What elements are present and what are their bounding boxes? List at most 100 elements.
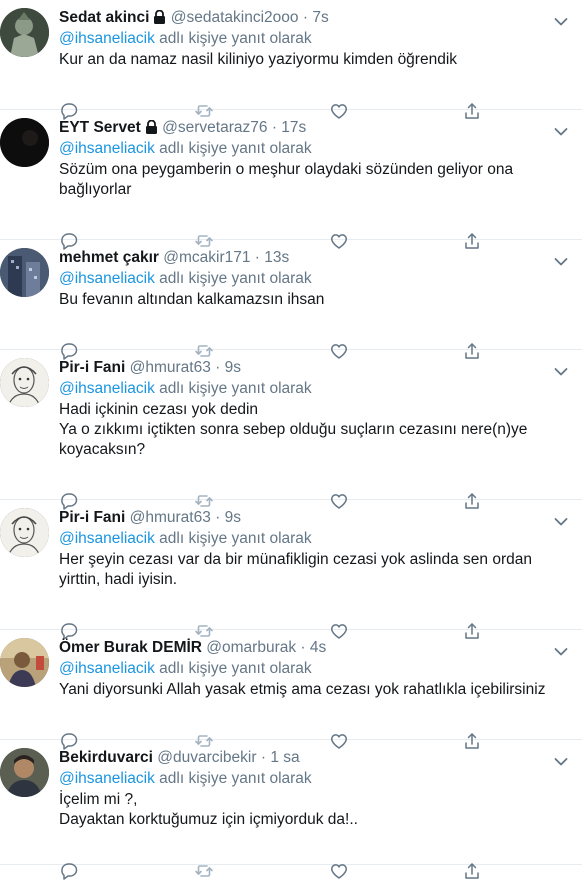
mention-link[interactable]: @ihsaneliacik [59,770,155,787]
user-handle[interactable]: @hmurat63 [125,509,211,526]
separator-dot: · [296,639,310,656]
chevron-down-icon[interactable] [554,124,568,136]
tweet-feed: Sedat akinci @sedatakinci2ooo · 7s @ihsan… [0,0,582,880]
tweet[interactable]: Bekirduvarci @duvarcibekir · 1 sa @ihsane… [0,740,582,880]
replying-to: @ihsaneliacik adlı kişiye yanıt olarak [59,379,568,399]
mention-link[interactable]: @ihsaneliacik [59,660,155,677]
mention-link[interactable]: @ihsaneliacik [59,270,155,287]
replying-to: @ihsaneliacik adlı kişiye yanıt olarak [59,659,568,679]
tweet-text-line: yirttin, hadi iyisin. [59,571,178,588]
tweet-text-line: Ya o zıkkımı içtikten sonra sebep olduğu… [59,421,528,438]
replying-to-label: adlı kişiye yanıt olarak [154,140,312,157]
replying-to: @ihsaneliacik adlı kişiye yanıt olarak [59,139,568,159]
tweet-text-line: Bu fevanın altından kalkamazsın ihsan [59,291,325,308]
tweet-time[interactable]: 7s [312,9,328,26]
user-name[interactable]: Pir-i Fani [59,359,125,376]
tweet-text-line: Dayaktan korktuğumuz için içmiyorduk da!… [59,811,358,828]
tweet[interactable]: Pir-i Fani @hmurat63 · 9s @ihsaneliacik a… [0,350,582,510]
tweet-time[interactable]: 9s [225,509,241,526]
building-avatar[interactable] [0,248,49,297]
warrior-avatar[interactable] [0,8,49,57]
tweet-text: Yani diyorsunki Allah yasak etmiş ama ce… [59,680,568,700]
user-handle[interactable]: @hmurat63 [125,359,211,376]
tweet-header: Sedat akinci @sedatakinci2ooo · 7s [59,8,568,28]
tweet-header: Ömer Burak DEMİR @omarburak · 4s [59,638,568,658]
tweet[interactable]: Pir-i Fani @hmurat63 · 9s @ihsaneliacik a… [0,500,582,640]
tweet-time[interactable]: 9s [225,359,241,376]
reply-icon[interactable] [59,861,79,881]
chevron-down-icon[interactable] [554,514,568,526]
user-name[interactable]: Ömer Burak DEMİR [59,639,202,656]
user-handle[interactable]: @servetaraz76 [158,119,267,136]
user-handle[interactable]: @sedatakinci2ooo [166,9,299,26]
replying-to: @ihsaneliacik adlı kişiye yanıt olarak [59,529,568,549]
replying-to-label: adlı kişiye yanıt olarak [154,660,312,677]
separator-dot: · [210,509,225,526]
tweet-text: İçelim mi ?, Dayaktan korktuğumuz için iç… [59,790,568,830]
tweet-header: Pir-i Fani @hmurat63 · 9s [59,508,568,528]
tweet-text-line: Hadi içkinin cezası yok dedin [59,401,259,418]
separator-dot: · [210,359,225,376]
lock-icon [153,9,166,30]
tweet-time[interactable]: 1 sa [270,749,299,766]
tweet-text-line: İçelim mi ?, [59,791,138,808]
tweet-text: Bu fevanın altından kalkamazsın ihsan [59,290,568,310]
replying-to: @ihsaneliacik adlı kişiye yanıt olarak [59,269,568,289]
mention-link[interactable]: @ihsaneliacik [59,30,155,47]
chevron-down-icon[interactable] [554,254,568,266]
tweet-text-line: Sözüm ona peygamberin o meşhur olaydaki … [59,161,514,178]
tweet-text: Kur an da namaz nasil kiliniyo yaziyormu… [59,50,568,70]
tweet-text-line: Yani diyorsunki Allah yasak etmiş ama ce… [59,681,546,698]
replying-to-label: adlı kişiye yanıt olarak [154,270,312,287]
separator-dot: · [267,119,282,136]
tweet-text: Her şeyin cezası var da bir münafikligin… [59,550,568,590]
tweet-text: Sözüm ona peygamberin o meşhur olaydaki … [59,160,568,200]
replying-to-label: adlı kişiye yanıt olarak [154,30,312,47]
replying-to: @ihsaneliacik adlı kişiye yanıt olarak [59,29,568,49]
user-handle[interactable]: @duvarcibekir [153,749,256,766]
separator-dot: · [250,249,265,266]
lock-icon [145,119,158,140]
mention-link[interactable]: @ihsaneliacik [59,530,155,547]
replying-to-label: adlı kişiye yanıt olarak [154,530,312,547]
share-icon[interactable] [462,861,482,881]
tweet-header: Bekirduvarci @duvarcibekir · 1 sa [59,748,568,768]
chevron-down-icon[interactable] [554,364,568,376]
chevron-down-icon[interactable] [554,754,568,766]
photo-avatar[interactable] [0,638,49,687]
like-icon[interactable] [329,861,349,881]
tweet-header: Pir-i Fani @hmurat63 · 9s [59,358,568,378]
tweet-time[interactable]: 4s [310,639,326,656]
user-name[interactable]: Bekirduvarci [59,749,153,766]
sketch-avatar[interactable] [0,358,49,407]
tweet[interactable]: Ömer Burak DEMİR @omarburak · 4s @ihsanel… [0,630,582,750]
user-handle[interactable]: @mcakir171 [159,249,250,266]
tweet-actions [59,861,489,881]
tweet-time[interactable]: 13s [264,249,289,266]
tweet-text-line: Kur an da namaz nasil kiliniyo yaziyormu… [59,51,458,68]
tweet-text-line: koyacaksın? [59,441,146,458]
user-name[interactable]: mehmet çakır [59,249,159,266]
user-name[interactable]: EYT Servet [59,119,141,136]
tweet[interactable]: EYT Servet @servetaraz76 · 17s @ihsanelia… [0,110,582,250]
mention-link[interactable]: @ihsaneliacik [59,140,155,157]
tweet[interactable]: mehmet çakır @mcakir171 · 13s @ihsaneliac… [0,240,582,360]
mention-link[interactable]: @ihsaneliacik [59,380,155,397]
separator-dot: · [256,749,271,766]
retweet-icon[interactable] [194,861,214,881]
replying-to-label: adlı kişiye yanıt olarak [154,770,312,787]
tweet-text: Hadi içkinin cezası yok dedin Ya o zıkkım… [59,400,568,460]
tweet-header: EYT Servet @servetaraz76 · 17s [59,118,568,138]
user-name[interactable]: Sedat akinci [59,9,149,26]
chevron-down-icon[interactable] [554,14,568,26]
sketch-avatar[interactable] [0,508,49,557]
replying-to: @ihsaneliacik adlı kişiye yanıt olarak [59,769,568,789]
user-handle[interactable]: @omarburak [202,639,296,656]
user-name[interactable]: Pir-i Fani [59,509,125,526]
separator-dot: · [298,9,313,26]
tweet-time[interactable]: 17s [281,119,306,136]
dark-avatar[interactable] [0,118,49,167]
chevron-down-icon[interactable] [554,644,568,656]
tweet[interactable]: Sedat akinci @sedatakinci2ooo · 7s @ihsan… [0,0,582,120]
man-avatar[interactable] [0,748,49,797]
